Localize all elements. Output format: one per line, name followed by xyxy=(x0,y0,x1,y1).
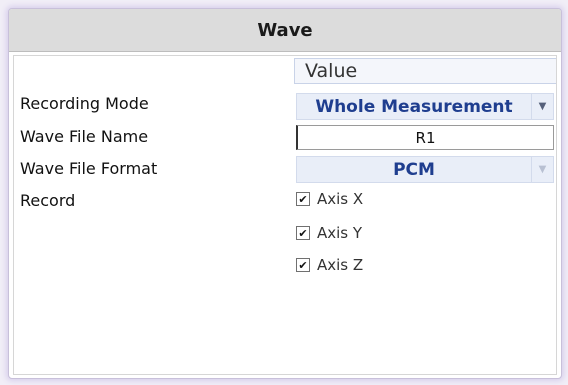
value-column-header: Value xyxy=(294,58,556,84)
axis-x-label: Axis X xyxy=(317,190,364,208)
axis-x-checkbox-row[interactable]: ✔ Axis X xyxy=(296,190,363,208)
recording-mode-label: Recording Mode xyxy=(20,94,149,113)
chevron-down-icon[interactable]: ▼ xyxy=(531,157,553,182)
wave-dialog: Wave Value Recording Mode Whole Measurem… xyxy=(8,8,562,379)
wave-file-name-label: Wave File Name xyxy=(20,127,149,146)
wave-file-name-input[interactable]: R1 xyxy=(296,125,554,150)
recording-mode-value: Whole Measurement xyxy=(315,96,513,117)
axis-z-checkbox[interactable]: ✔ xyxy=(296,258,310,272)
axis-x-checkbox[interactable]: ✔ xyxy=(296,192,310,206)
axis-y-checkbox[interactable]: ✔ xyxy=(296,226,310,240)
recording-mode-select[interactable]: Whole Measurement ▼ xyxy=(296,93,554,120)
dialog-title: Wave xyxy=(9,9,561,52)
wave-file-format-value: PCM xyxy=(393,159,435,180)
record-label: Record xyxy=(20,191,76,210)
wave-file-format-select[interactable]: PCM ▼ xyxy=(296,156,554,183)
property-grid: Value Recording Mode Whole Measurement ▼… xyxy=(13,55,557,375)
wave-file-format-label: Wave File Format xyxy=(20,159,158,178)
axis-y-label: Axis Y xyxy=(317,224,363,242)
chevron-down-icon[interactable]: ▼ xyxy=(531,94,553,119)
axis-z-checkbox-row[interactable]: ✔ Axis Z xyxy=(296,256,363,274)
axis-y-checkbox-row[interactable]: ✔ Axis Y xyxy=(296,224,362,242)
axis-z-label: Axis Z xyxy=(317,256,364,274)
